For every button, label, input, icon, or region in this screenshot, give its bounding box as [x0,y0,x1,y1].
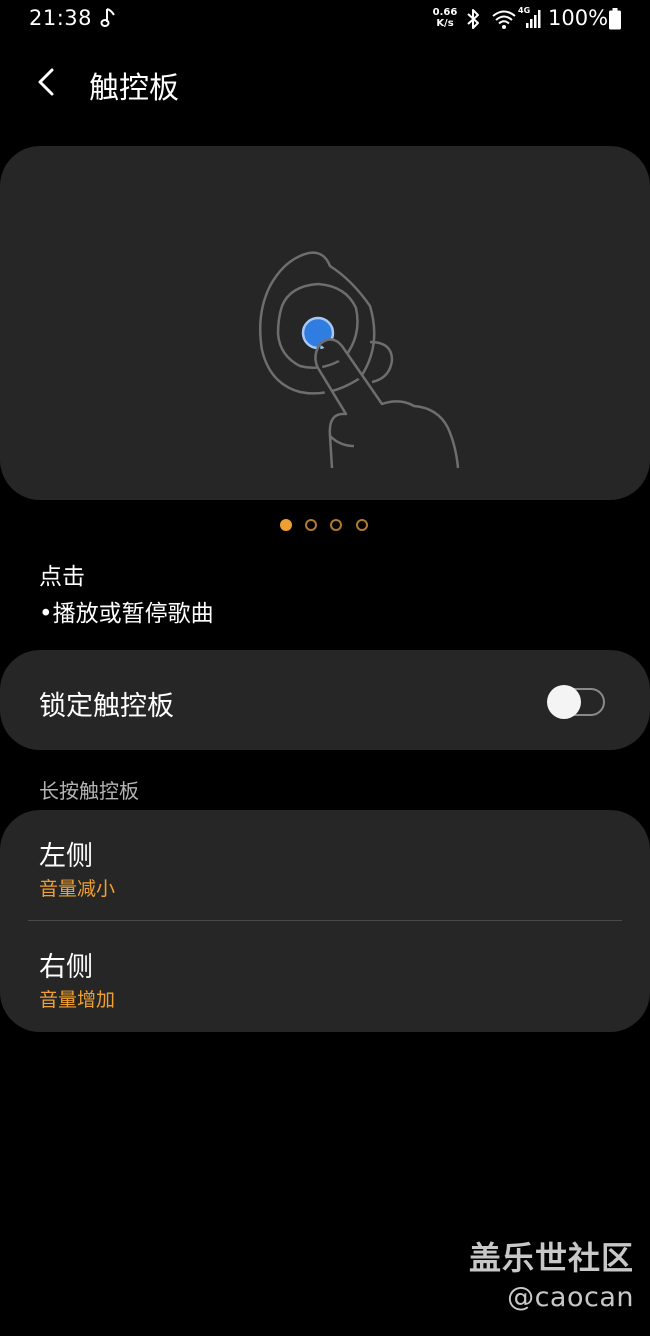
signal-icon [526,10,541,28]
page-title: 触控板 [89,71,179,106]
illustration-card[interactable] [0,146,650,500]
long-press-right-item[interactable]: 右侧 音量增加 [0,921,650,1031]
page-dot-2[interactable] [305,519,317,531]
long-press-section-title: 长按触控板 [39,779,139,803]
long-press-left-title: 左侧 [39,841,93,872]
lock-touchpad-label: 锁定触控板 [39,691,174,722]
lock-touchpad-toggle[interactable] [547,684,607,719]
toggle-knob [547,685,581,719]
bluetooth-icon [467,9,479,29]
status-time: 21:38 [29,6,93,30]
wifi-icon [492,10,516,29]
gesture-title: 点击 [39,564,85,590]
page-indicator [280,519,380,533]
watermark-title: 盖乐世社区 [468,1239,634,1277]
lock-touchpad-row[interactable]: 锁定触控板 [0,650,650,750]
long-press-card: 左侧 音量减小 右侧 音量增加 [0,810,650,1032]
music-note-icon [100,8,115,27]
gesture-description: •播放或暂停歌曲 [39,601,214,627]
page-dot-1[interactable] [280,519,292,531]
long-press-right-title: 右侧 [39,952,93,983]
watermark-handle: @caocan [507,1282,634,1313]
net-speed-value: 0.66 [432,7,458,18]
long-press-left-value: 音量减小 [39,878,116,900]
earbud-touch-illustration-icon [258,251,460,469]
net-speed-unit: K/s [436,18,454,29]
status-bar: 21:38 0.66 K/s 4G 100% [0,0,650,40]
back-button[interactable] [26,60,70,104]
long-press-left-item[interactable]: 左侧 音量减小 [0,810,650,920]
long-press-right-value: 音量增加 [39,989,116,1011]
chevron-left-icon [38,68,54,96]
page-dot-4[interactable] [356,519,368,531]
battery-icon [609,8,621,30]
page-dot-3[interactable] [330,519,342,531]
net-speed: 0.66 K/s [430,7,460,29]
battery-percent: 100% [548,6,609,30]
